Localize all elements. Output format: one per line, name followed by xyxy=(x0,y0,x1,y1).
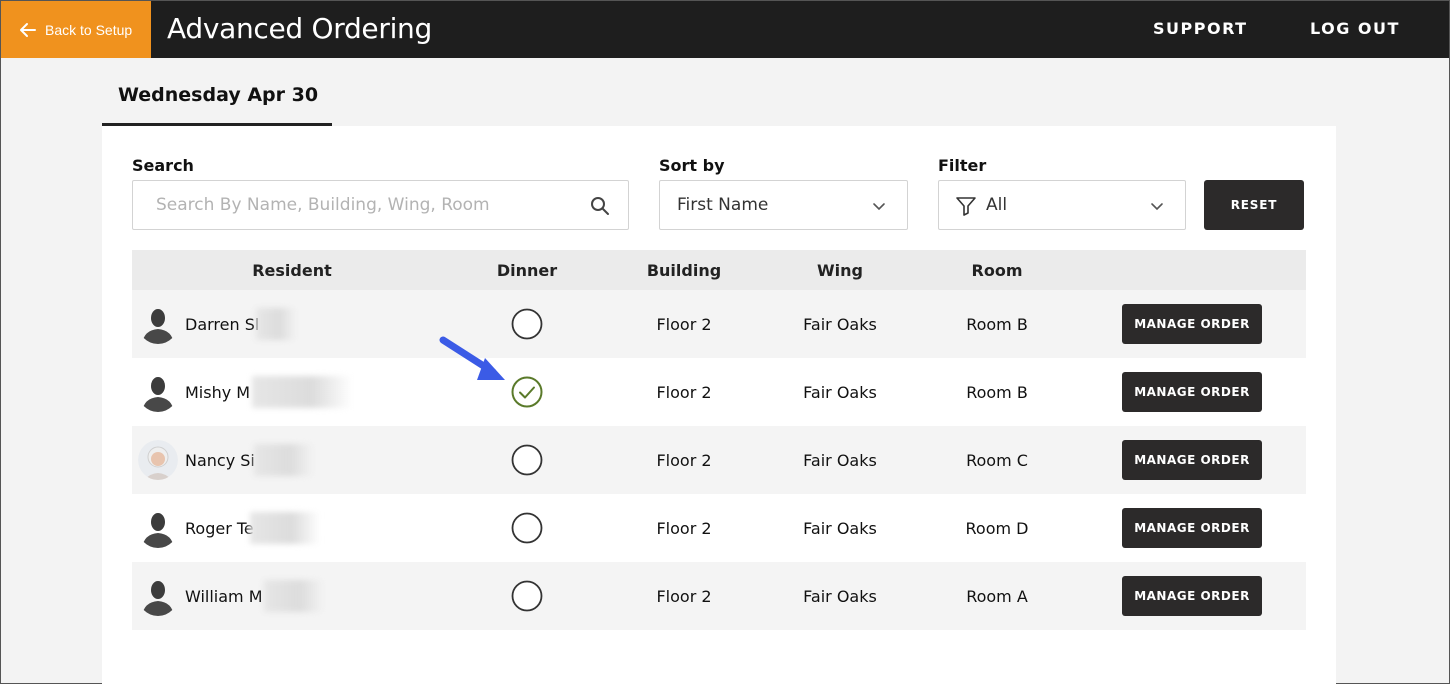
back-to-setup-button[interactable]: Back to Setup xyxy=(1,1,151,58)
user-silhouette-icon xyxy=(142,513,174,548)
manage-order-button[interactable]: MANAGE ORDER xyxy=(1122,304,1262,344)
resident-building: Floor 2 xyxy=(656,519,712,538)
resident-room: Room C xyxy=(966,451,1028,470)
resident-room: Room B xyxy=(966,383,1028,402)
dinner-select-circle-icon[interactable] xyxy=(511,580,543,612)
page-title: Advanced Ordering xyxy=(167,12,432,45)
filter-select[interactable]: All xyxy=(938,180,1186,230)
search-label: Search xyxy=(132,156,194,175)
table-row: Roger Te Floor 2 Fair Oaks Room D MANAGE… xyxy=(132,494,1306,562)
sort-label: Sort by xyxy=(659,156,725,175)
support-link[interactable]: SUPPORT xyxy=(1153,19,1248,38)
resident-building: Floor 2 xyxy=(656,383,712,402)
annotation-arrow-icon xyxy=(439,336,505,380)
resident-room: Room A xyxy=(966,587,1028,606)
resident-room: Room B xyxy=(966,315,1028,334)
resident-room: Room D xyxy=(965,519,1029,538)
sort-select[interactable]: First Name xyxy=(659,180,908,230)
resident-name: William M xyxy=(185,587,263,606)
resident-wing: Fair Oaks xyxy=(803,383,877,402)
table-row: Darren Sl Floor 2 Fair Oaks Room B MANAG… xyxy=(132,290,1306,358)
manage-order-button[interactable]: MANAGE ORDER xyxy=(1122,576,1262,616)
sort-value: First Name xyxy=(677,195,769,215)
table-row: Mishy M Floor 2 Fair Oaks Room B MANAGE … xyxy=(132,358,1306,426)
arrow-left-icon xyxy=(20,22,36,37)
header-wing: Wing xyxy=(817,261,863,280)
resident-building: Floor 2 xyxy=(656,587,712,606)
manage-order-button[interactable]: MANAGE ORDER xyxy=(1122,508,1262,548)
ordering-panel: Search Sort by First Name Filter All RES… xyxy=(102,126,1336,684)
resident-building: Floor 2 xyxy=(656,451,712,470)
manage-order-button[interactable]: MANAGE ORDER xyxy=(1122,372,1262,412)
redaction-blur xyxy=(252,376,352,408)
search-icon[interactable] xyxy=(590,196,610,216)
redaction-blur xyxy=(254,444,314,476)
header-resident: Resident xyxy=(252,261,332,280)
resident-wing: Fair Oaks xyxy=(803,315,877,334)
top-bar: Back to Setup Advanced Ordering SUPPORT … xyxy=(1,1,1449,58)
dinner-select-circle-icon[interactable] xyxy=(511,512,543,544)
dinner-select-circle-icon[interactable] xyxy=(511,308,543,340)
date-tab[interactable]: Wednesday Apr 30 xyxy=(102,81,332,126)
logout-link[interactable]: LOG OUT xyxy=(1310,19,1400,38)
table-row: Nancy Si Floor 2 Fair Oaks Room C MANAGE… xyxy=(132,426,1306,494)
header-room: Room xyxy=(971,261,1023,280)
header-dinner: Dinner xyxy=(496,261,558,280)
search-box xyxy=(132,180,629,230)
filter-icon xyxy=(956,197,976,216)
residents-table: Resident Dinner Building Wing Room Darre… xyxy=(132,250,1306,630)
redaction-blur xyxy=(256,308,296,340)
filter-value: All xyxy=(986,195,1008,215)
reset-button[interactable]: RESET xyxy=(1204,180,1304,230)
resident-name: Nancy Si xyxy=(185,451,255,470)
resident-wing: Fair Oaks xyxy=(803,587,877,606)
dinner-selected-check-icon[interactable] xyxy=(511,376,543,408)
resident-name: Roger Te xyxy=(185,519,254,538)
filter-label: Filter xyxy=(938,156,987,175)
manage-order-button[interactable]: MANAGE ORDER xyxy=(1122,440,1262,480)
resident-name: Mishy M xyxy=(185,383,251,402)
resident-wing: Fair Oaks xyxy=(803,451,877,470)
table-row: William M Floor 2 Fair Oaks Room A MANAG… xyxy=(132,562,1306,630)
redaction-blur xyxy=(250,512,320,544)
user-silhouette-icon xyxy=(142,309,174,344)
back-to-setup-label: Back to Setup xyxy=(45,21,133,38)
header-building: Building xyxy=(646,261,722,280)
table-body: Darren Sl Floor 2 Fair Oaks Room B MANAG… xyxy=(132,290,1306,630)
table-header: Resident Dinner Building Wing Room xyxy=(132,250,1306,290)
search-input[interactable] xyxy=(133,181,563,229)
resident-photo-icon xyxy=(138,440,178,480)
resident-wing: Fair Oaks xyxy=(803,519,877,538)
resident-name: Darren Sl xyxy=(185,315,260,334)
resident-building: Floor 2 xyxy=(656,315,712,334)
chevron-down-icon xyxy=(1151,203,1163,211)
dinner-select-circle-icon[interactable] xyxy=(511,444,543,476)
user-silhouette-icon xyxy=(142,377,174,412)
chevron-down-icon xyxy=(873,203,885,211)
redaction-blur xyxy=(264,580,324,612)
user-silhouette-icon xyxy=(142,581,174,616)
